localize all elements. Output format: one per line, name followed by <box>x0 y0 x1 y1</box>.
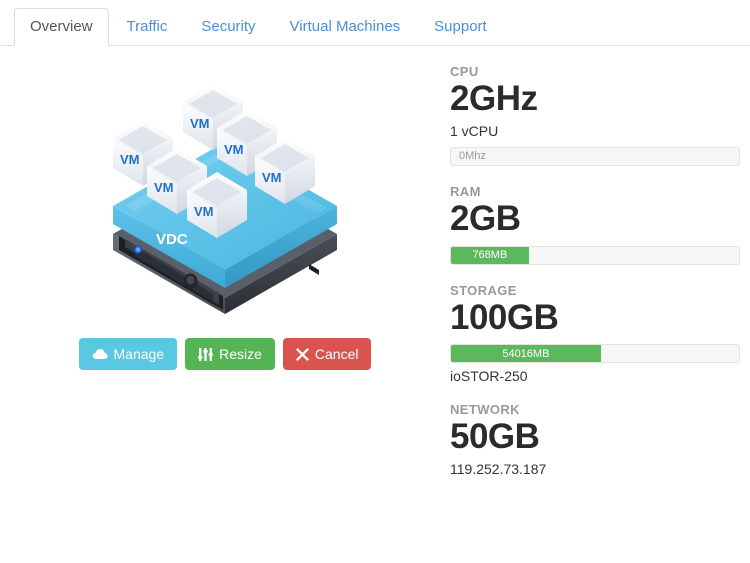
svg-text:VM: VM <box>154 180 174 195</box>
sliders-icon <box>198 347 214 361</box>
network-ip-address: 119.252.73.187 <box>450 461 547 478</box>
cancel-button-label: Cancel <box>314 346 359 362</box>
svg-text:VM: VM <box>224 142 244 157</box>
network-label: NETWORK <box>450 402 520 418</box>
cpu-usage-progress: 0Mhz <box>450 146 740 166</box>
cpu-subtext: 1 vCPU <box>450 122 499 139</box>
ram-usage-fill: 768MB <box>451 246 529 264</box>
tab-security[interactable]: Security <box>185 8 271 46</box>
vdc-diagram: VDC VM VM VM VM VM VM <box>95 66 355 316</box>
tab-support[interactable]: Support <box>418 8 503 46</box>
svg-text:VM: VM <box>190 116 210 131</box>
tab-traffic[interactable]: Traffic <box>111 8 184 46</box>
vdc-illustration-column: VDC VM VM VM VM VM VM Manage Resize Canc… <box>0 64 450 495</box>
ram-usage-text: 768MB <box>472 249 508 262</box>
power-led-icon <box>134 245 142 254</box>
stat-ram: RAM 2GB 768MB <box>450 184 740 265</box>
tab-support-label: Support <box>434 18 487 35</box>
svg-text:VM: VM <box>194 204 214 219</box>
storage-usage-text: 54016MB <box>502 347 550 360</box>
cpu-value: 2GHz <box>450 79 538 118</box>
cloud-icon <box>92 348 108 360</box>
stat-cpu: CPU 2GHz 1 vCPU 0Mhz <box>450 64 740 166</box>
cancel-button[interactable]: Cancel <box>282 338 372 370</box>
action-button-row: Manage Resize Cancel <box>78 338 372 370</box>
storage-usage-progress: 54016MB <box>450 344 740 364</box>
close-icon <box>295 347 309 361</box>
cpu-usage-fill: 0Mhz <box>451 148 739 165</box>
svg-text:VM: VM <box>262 170 282 185</box>
resize-button-label: Resize <box>219 346 262 362</box>
tab-bar: Overview Traffic Security Virtual Machin… <box>0 0 750 46</box>
storage-subtext: ioSTOR-250 <box>450 368 528 385</box>
resource-stats-column: CPU 2GHz 1 vCPU 0Mhz RAM 2GB 768MB STORA… <box>450 64 750 495</box>
manage-button-label: Manage <box>113 346 165 362</box>
resize-button[interactable]: Resize <box>185 338 275 370</box>
vdc-platform-label: VDC <box>156 231 188 248</box>
overview-panel: VDC VM VM VM VM VM VM Manage Resize Canc… <box>0 46 750 495</box>
tab-virtual-machines-label: Virtual Machines <box>289 18 401 35</box>
ram-value: 2GB <box>450 198 521 238</box>
ram-usage-progress: 768MB <box>450 245 740 265</box>
manage-button[interactable]: Manage <box>78 338 178 370</box>
ram-label: RAM <box>450 183 481 199</box>
svg-text:VM: VM <box>120 152 140 167</box>
tab-virtual-machines[interactable]: Virtual Machines <box>274 8 417 46</box>
storage-value: 100GB <box>450 297 559 337</box>
cpu-usage-text: 0Mhz <box>459 150 486 163</box>
stat-network: NETWORK 50GB 119.252.73.187 <box>450 402 740 477</box>
storage-usage-fill: 54016MB <box>451 345 601 363</box>
tab-overview-label: Overview <box>30 18 93 35</box>
storage-label: STORAGE <box>450 282 517 298</box>
tab-overview[interactable]: Overview <box>14 8 109 46</box>
network-value: 50GB <box>450 417 540 457</box>
tab-traffic-label: Traffic <box>126 18 168 35</box>
stat-storage: STORAGE 100GB 54016MB ioSTOR-250 <box>450 282 740 385</box>
cpu-label: CPU <box>450 64 479 79</box>
tab-security-label: Security <box>201 18 256 35</box>
